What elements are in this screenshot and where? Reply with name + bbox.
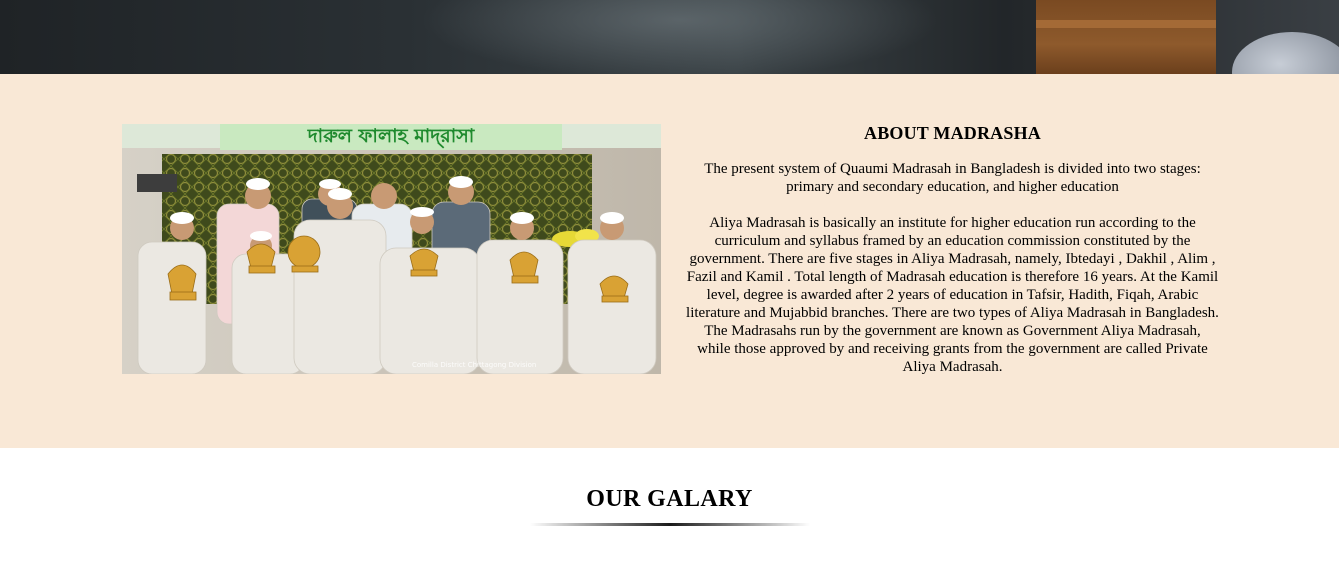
- about-title: ABOUT MADRASHA: [864, 123, 1041, 143]
- about-paragraph-2: Aliya Madrasah is basically an institute…: [686, 215, 1219, 375]
- hero-banner: [0, 0, 1339, 74]
- gallery-title: OUR GALARY: [586, 486, 753, 512]
- about-section: দারুল ফালাহ মাদ্‌রাসা: [0, 74, 1339, 448]
- banner-text: দারুল ফালাহ মাদ্‌রাসা: [307, 125, 476, 149]
- hero-figure: [1232, 32, 1339, 74]
- about-paragraph-1: The present system of Quaumi Madrasah in…: [704, 161, 1201, 195]
- photo-caption: Comilla District Chittagong Division: [412, 361, 536, 369]
- hero-wooden-shelf: [1036, 0, 1216, 74]
- hero-shelf-edge: [1036, 20, 1216, 28]
- gallery-section: OUR GALARY: [0, 448, 1339, 573]
- hero-background-blur: [420, 0, 940, 74]
- about-content: ABOUT MADRASHA The present system of Qua…: [686, 124, 1219, 394]
- award-ceremony-photo: দারুল ফালাহ মাদ্‌রাসা: [122, 124, 661, 374]
- gallery-title-divider: [530, 523, 810, 526]
- about-photo: দারুল ফালাহ মাদ্‌রাসা: [122, 124, 661, 374]
